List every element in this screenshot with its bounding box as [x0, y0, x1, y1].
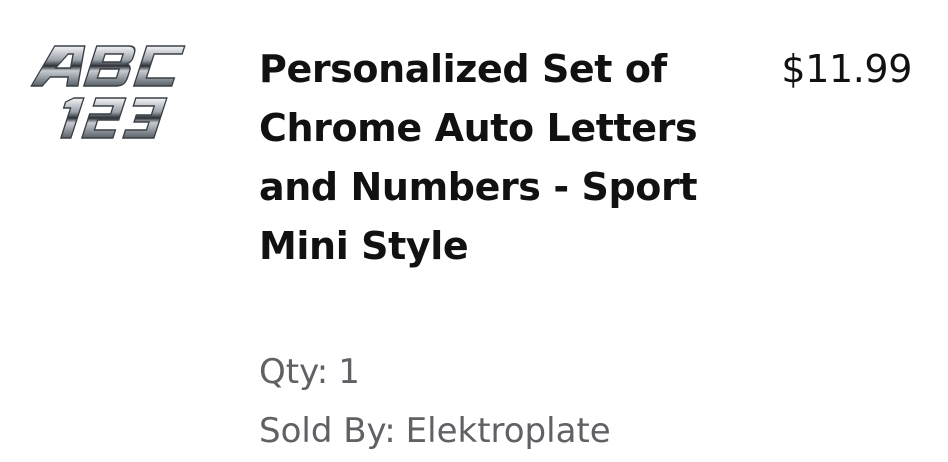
chrome-letters-logo — [30, 45, 186, 139]
product-price: $11.99 — [781, 47, 912, 91]
product-image[interactable] — [28, 36, 204, 146]
seller-row: Sold By: Elektroplate — [259, 409, 611, 453]
product-title[interactable]: Personalized Set of Chrome Auto Letters … — [259, 40, 699, 276]
quantity-label: Qty: — [259, 352, 329, 392]
seller-label: Sold By: — [259, 411, 396, 451]
quantity-value: 1 — [338, 352, 360, 392]
quantity-row: Qty: 1 — [259, 350, 360, 394]
seller-name[interactable]: Elektroplate — [406, 411, 611, 451]
order-item-card: Personalized Set of Chrome Auto Letters … — [0, 0, 948, 462]
